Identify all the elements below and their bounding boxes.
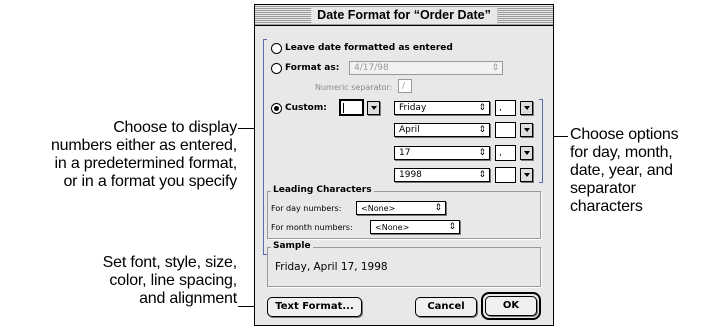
- updown-arrows-icon: ⇕: [478, 148, 486, 158]
- leading-characters-title: Leading Characters: [271, 185, 374, 195]
- options-bracket: [263, 39, 264, 255]
- format-as-value: 4/17/98: [354, 63, 389, 73]
- day-numbers-popup[interactable]: <None> ⇕: [356, 201, 446, 215]
- leave-as-entered-radio[interactable]: [271, 43, 282, 54]
- day-separator-dropdown-button[interactable]: [520, 101, 533, 115]
- month-separator-dropdown-button[interactable]: [520, 123, 533, 137]
- year-separator-dropdown-button[interactable]: [520, 168, 533, 182]
- callout-line: numbers either as entered,: [50, 137, 237, 154]
- date-separator-value: ,: [499, 148, 502, 158]
- format-as-popup[interactable]: 4/17/98 ⇕: [349, 61, 503, 75]
- month-separator-field[interactable]: [495, 122, 516, 138]
- year-value: 1998: [399, 170, 422, 180]
- updown-arrows-icon: ⇕: [491, 63, 499, 73]
- callout-line: Choose to display: [113, 119, 237, 136]
- updown-arrows-icon: ⇕: [478, 125, 486, 135]
- custom-rows-bracket: [542, 99, 543, 183]
- ok-button[interactable]: OK: [485, 296, 537, 316]
- date-value: 17: [399, 148, 411, 158]
- month-popup[interactable]: April ⇕: [394, 123, 490, 137]
- day-numbers-value: <None>: [361, 204, 396, 213]
- day-separator-field[interactable]: ,: [495, 100, 516, 116]
- callout-line: date, year, and: [570, 162, 673, 179]
- callout-line: for day, month,: [570, 144, 673, 161]
- month-numbers-value: <None>: [375, 223, 410, 232]
- callout-line: Choose options: [570, 126, 679, 143]
- day-numbers-label: For day numbers:: [271, 204, 342, 213]
- month-numbers-label: For month numbers:: [271, 223, 353, 232]
- updown-arrows-icon: ⇕: [478, 103, 486, 113]
- updown-arrows-icon: ⇕: [448, 222, 456, 232]
- numeric-separator-label: Numeric separator:: [315, 83, 393, 92]
- callout-line: in a predetermined format,: [54, 155, 238, 172]
- callout-custom-options: Choose options for day, month, date, yea…: [570, 126, 700, 216]
- text-cursor: [343, 103, 344, 113]
- year-popup[interactable]: 1998 ⇕: [394, 168, 490, 182]
- custom-radio[interactable]: [271, 103, 282, 114]
- callout-line: separator: [570, 180, 636, 197]
- sample-title: Sample: [271, 241, 313, 251]
- day-separator-value: ,: [499, 103, 502, 113]
- month-value: April: [399, 125, 420, 135]
- updown-arrows-icon: ⇕: [478, 170, 486, 180]
- date-format-dialog: Date Format for “Order Date” Leave date …: [254, 4, 554, 326]
- callout-line: characters: [570, 198, 643, 215]
- custom-prefix-dropdown-button[interactable]: [367, 101, 380, 115]
- options-bracket-top: [263, 39, 267, 40]
- custom-rows-bracket-top: [539, 99, 543, 100]
- callout-line: and alignment: [139, 290, 237, 307]
- text-format-button[interactable]: Text Format...: [267, 297, 362, 317]
- format-as-radio[interactable]: [271, 63, 282, 74]
- month-numbers-popup[interactable]: <None> ⇕: [370, 220, 460, 234]
- custom-prefix-field[interactable]: [339, 99, 364, 116]
- date-separator-field[interactable]: ,: [495, 145, 516, 161]
- callout-display-options: Choose to display numbers either as ente…: [20, 119, 237, 191]
- callout-text-format: Set font, style, size, color, line spaci…: [60, 254, 238, 308]
- updown-arrows-icon: ⇕: [434, 203, 442, 213]
- numeric-separator-field[interactable]: /: [398, 79, 412, 93]
- date-popup[interactable]: 17 ⇕: [394, 146, 490, 160]
- year-separator-field[interactable]: [495, 167, 516, 183]
- callout-line: Set font, style, size,: [102, 254, 238, 271]
- day-name-popup[interactable]: Friday ⇕: [394, 101, 490, 115]
- format-as-label[interactable]: Format as:: [285, 63, 339, 73]
- custom-rows-bracket-bottom: [539, 182, 543, 183]
- callout-line: color, line spacing,: [109, 272, 237, 289]
- title-bar[interactable]: Date Format for “Order Date”: [255, 5, 553, 26]
- sample-text: Friday, April 17, 1998: [275, 261, 388, 273]
- dialog-title: Date Format for “Order Date”: [311, 7, 497, 23]
- cancel-button[interactable]: Cancel: [415, 297, 477, 317]
- numeric-separator-value: /: [402, 81, 406, 91]
- date-separator-dropdown-button[interactable]: [520, 146, 533, 160]
- leave-as-entered-label[interactable]: Leave date formatted as entered: [285, 43, 453, 53]
- custom-label[interactable]: Custom:: [285, 103, 327, 113]
- callout-line: or in a format you specify: [63, 173, 237, 190]
- day-name-value: Friday: [399, 103, 427, 113]
